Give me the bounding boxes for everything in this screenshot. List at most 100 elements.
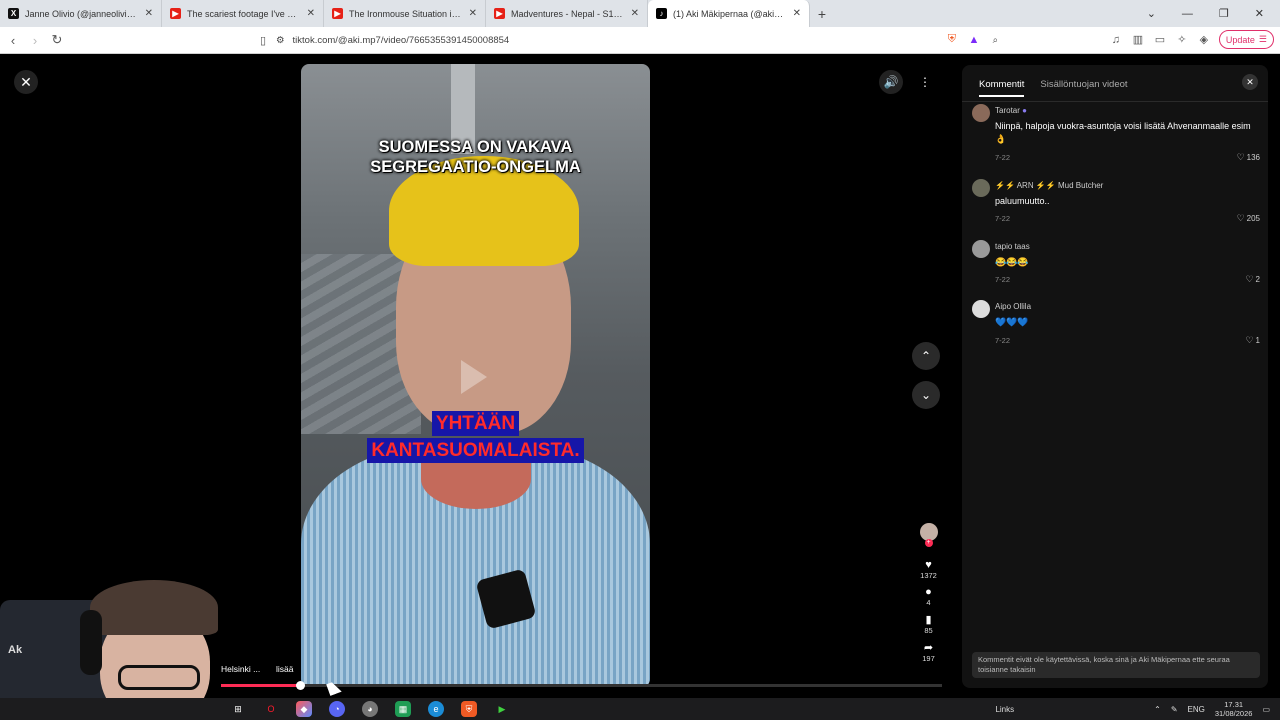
close-window-icon[interactable]: ✕	[1255, 7, 1264, 20]
close-tab-icon[interactable]: ✕	[469, 8, 477, 19]
tray-chevron-icon[interactable]: ⌃	[1154, 705, 1161, 714]
tab-icon[interactable]: ▭	[1153, 33, 1167, 47]
brave-icon[interactable]: ⛨	[461, 701, 477, 717]
commenter-avatar[interactable]	[972, 179, 990, 197]
browser-tab[interactable]: ▶ The scariest footage I've ever seen ✕	[162, 0, 324, 27]
maximize-icon[interactable]: ❐	[1219, 7, 1229, 20]
streamer-cap	[90, 580, 218, 635]
video-actions: ♥ 1372 ● 4 ▮ 85 ➦ 197	[912, 523, 945, 663]
close-tab-icon[interactable]: ✕	[631, 8, 639, 19]
site-info-icon[interactable]: ⚙	[276, 35, 285, 46]
comment-text: Niinpä, halpoja vuokra-asuntoja voisi li…	[995, 121, 1251, 144]
music-icon[interactable]: ♫	[1109, 33, 1123, 47]
app-icon[interactable]: ◕	[362, 701, 378, 717]
language-indicator[interactable]: ENG	[1188, 705, 1205, 714]
commenter-avatar[interactable]	[972, 300, 990, 318]
comment-likes[interactable]: ♡ 2	[1245, 274, 1260, 285]
forward-icon[interactable]: ›	[24, 33, 46, 48]
video-player[interactable]: SUOMESSA ON VAKAVA SEGREGAATIO-ONGELMA Y…	[301, 64, 650, 687]
spreadsheet-icon[interactable]: ▦	[395, 701, 411, 717]
tab-comments[interactable]: Kommentit	[979, 79, 1025, 97]
update-button[interactable]: Update ☰	[1218, 30, 1274, 49]
commenter-name[interactable]: ⚡⚡ ARN ⚡⚡ Mud Butcher	[995, 181, 1103, 190]
wallet-icon[interactable]: ◈	[1197, 33, 1211, 47]
clock-time: 17.31	[1224, 700, 1244, 709]
share-icon[interactable]: ➦	[924, 641, 933, 654]
volume-icon[interactable]: 🔊	[879, 70, 903, 94]
comment-likes[interactable]: ♡ 1	[1245, 335, 1260, 346]
sidebar-icon[interactable]: ▥	[1131, 33, 1145, 47]
commenter-avatar[interactable]	[972, 104, 990, 122]
close-panel-icon[interactable]: ✕	[1242, 74, 1258, 90]
clock[interactable]: 17.31 31/08/2026	[1215, 700, 1253, 718]
comment-text: paluumuutto..	[995, 196, 1050, 206]
minimize-icon[interactable]: —	[1182, 8, 1193, 20]
comment-date: 7-22	[995, 336, 1011, 345]
media-player-icon[interactable]: ▶	[494, 701, 510, 717]
tab-search-icon[interactable]: ⌄	[1147, 7, 1156, 20]
comments-disabled-note: Kommentit eivät ole käytettävissä, koska…	[972, 652, 1260, 678]
more-options-icon[interactable]: ⋮	[913, 70, 937, 94]
save-count: 85	[924, 626, 933, 635]
browser-tab[interactable]: ▶ The Ironmouse Situation is Insane ✕	[324, 0, 486, 27]
commenter-name[interactable]: Aipo Ollila	[995, 302, 1031, 311]
taskbar-apps: ⊞ O ◆ ◔ ◕ ▦ e ⛨ ▶	[230, 701, 510, 717]
panel-tabs: Kommentit Sisällöntuojan videot	[979, 79, 1128, 97]
photos-app-icon[interactable]: ◆	[296, 701, 312, 717]
bookmark-icon[interactable]: ▮	[925, 613, 931, 626]
close-tab-icon[interactable]: ✕	[793, 8, 801, 19]
comment-likes[interactable]: ♡ 205	[1237, 213, 1260, 224]
commenter-avatar[interactable]	[972, 240, 990, 258]
progress-knob[interactable]	[296, 681, 306, 690]
tab-label: The scariest footage I've ever seen	[187, 8, 301, 19]
creator-avatar[interactable]	[919, 523, 938, 547]
heart-icon: ♡	[1236, 213, 1245, 223]
opera-icon[interactable]: O	[263, 701, 279, 717]
windows-taskbar: ⊞ O ◆ ◔ ◕ ▦ e ⛨ ▶ Links ⌃ ✎ ENG 17.31 31…	[0, 698, 1280, 720]
comment-likes[interactable]: ♡ 136	[1237, 152, 1260, 163]
bookmark-icon[interactable]: ▯	[252, 34, 274, 47]
back-icon[interactable]: ‹	[2, 33, 24, 48]
clock-date: 31/08/2026	[1214, 709, 1253, 718]
url-field[interactable]: ⚙ tiktok.com/@aki.mp7/video/766535539145…	[276, 31, 998, 50]
author-name: Tarotar	[995, 106, 1020, 115]
pen-icon[interactable]: ✎	[1171, 705, 1178, 714]
close-video-button[interactable]: ✕	[14, 70, 38, 94]
url-text: tiktok.com/@aki.mp7/video/76653553914500…	[292, 35, 510, 46]
comment-text: 😂😂😂	[995, 257, 1029, 267]
update-label: Update	[1225, 34, 1255, 45]
reload-icon[interactable]: ↻	[46, 32, 68, 48]
tab-label: (1) Aki Mäkipernaa (@akimp7)	[673, 8, 787, 19]
like-count: 1	[1255, 336, 1260, 345]
browser-tab[interactable]: ▶ Madventures - Nepal - S1 E1 - YouTube …	[486, 0, 648, 27]
comment-icon[interactable]: ●	[925, 586, 932, 598]
brave-shield-icon[interactable]: ⛨	[945, 33, 959, 47]
brave-rewards-icon[interactable]: ▲	[967, 33, 981, 47]
tab-creator-videos[interactable]: Sisällöntuojan videot	[1040, 79, 1127, 97]
close-tab-icon[interactable]: ✕	[307, 8, 315, 19]
headphones	[80, 610, 102, 675]
commenter-name[interactable]: tapio taas	[995, 242, 1030, 251]
heart-icon: ♡	[1236, 152, 1245, 162]
links-toolbar[interactable]: Links	[995, 705, 1014, 714]
edge-icon[interactable]: e	[428, 701, 444, 717]
divider	[962, 101, 1268, 102]
play-icon[interactable]	[461, 360, 487, 394]
next-video-button[interactable]: ⌄	[912, 381, 940, 409]
comment-count: 4	[926, 598, 931, 607]
comment-item: tapio taas 😂😂😂 7-22 ♡ 2	[972, 240, 1262, 290]
menu-icon: ☰	[1258, 34, 1267, 44]
commenter-name[interactable]: Tarotar ●	[995, 106, 1027, 115]
browser-tab-active[interactable]: ♪ (1) Aki Mäkipernaa (@akimp7) ✕	[648, 0, 810, 27]
subtitle-line: YHTÄÄN	[431, 411, 520, 436]
previous-video-button[interactable]: ⌃	[912, 342, 940, 370]
discord-icon[interactable]: ◔	[329, 701, 345, 717]
task-view-icon[interactable]: ⊞	[230, 701, 246, 717]
notifications-icon[interactable]: ▭	[1262, 705, 1270, 714]
more-link[interactable]: lisää	[276, 664, 293, 674]
like-icon[interactable]: ♥	[925, 559, 932, 571]
close-tab-icon[interactable]: ✕	[145, 8, 153, 19]
new-tab-button[interactable]: +	[810, 0, 834, 27]
browser-tab[interactable]: X Janne Olivio (@janneolivio.bsky.social…	[0, 0, 162, 27]
extensions-icon[interactable]: ✧	[1175, 33, 1189, 47]
